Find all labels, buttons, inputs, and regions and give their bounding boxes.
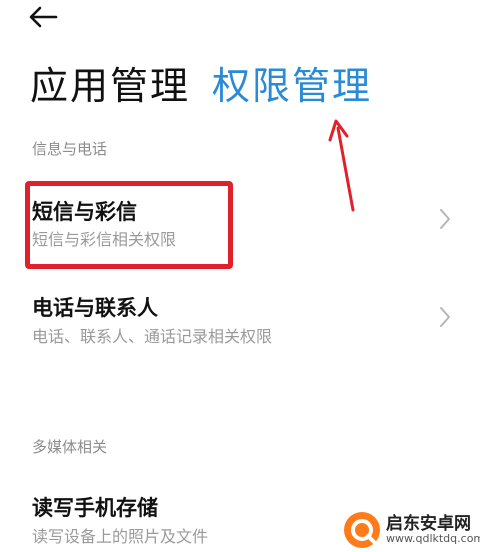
watermark-url: www.qdlktdq.com (386, 532, 480, 546)
watermark: 启东安卓网 www.qdlktdq.com (344, 508, 480, 552)
back-button[interactable] (28, 2, 68, 32)
tab-app-management[interactable]: 应用管理 (30, 55, 190, 110)
section-header-messages-calls: 信息与电话 (32, 140, 108, 158)
list-item-phone-contacts[interactable]: 电话与联系人 电话、联系人、通话记录相关权限 (0, 278, 480, 358)
section-header-multimedia: 多媒体相关 (32, 438, 108, 456)
chevron-right-icon (440, 307, 450, 327)
item-description: 电话、联系人、通话记录相关权限 (32, 327, 273, 346)
title-tabs: 应用管理 权限管理 (30, 52, 372, 112)
item-title: 电话与联系人 (32, 296, 158, 320)
watermark-name: 启东安卓网 (386, 513, 471, 534)
item-title: 读写手机存储 (32, 496, 158, 520)
item-description: 读写设备上的照片及文件 (32, 527, 209, 546)
chevron-right-icon (440, 209, 450, 229)
back-arrow-icon (29, 6, 58, 28)
tab-permission-management[interactable]: 权限管理 (212, 55, 372, 110)
watermark-logo-icon (344, 512, 380, 548)
annotation-highlight-box (25, 181, 233, 269)
